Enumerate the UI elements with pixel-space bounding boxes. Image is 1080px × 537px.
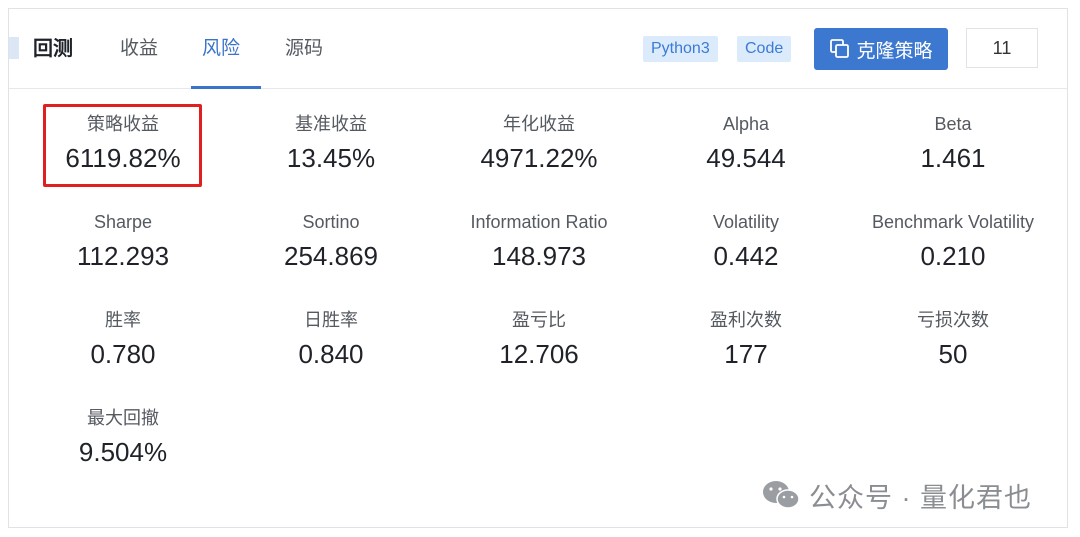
metric-value: 0.840 bbox=[298, 339, 364, 369]
metric-profit-count: 盈利次数 177 bbox=[646, 309, 846, 371]
metric-label: Benchmark Volatility bbox=[871, 212, 1035, 232]
metric-label: Sharpe bbox=[93, 212, 153, 232]
metric-value: 0.780 bbox=[90, 339, 156, 369]
metric-value: 6119.82% bbox=[65, 143, 181, 173]
watermark-text: 公众号 · 量化君也 bbox=[809, 482, 1032, 513]
copy-icon bbox=[830, 39, 850, 58]
metric-value: 49.544 bbox=[706, 143, 786, 173]
metric-strategy-return: 策略收益 6119.82% bbox=[23, 113, 223, 175]
metric-label: 胜率 bbox=[105, 310, 141, 330]
metric-label: 基准收益 bbox=[295, 114, 367, 134]
metric-value: 254.869 bbox=[284, 241, 378, 271]
metric-value: 0.210 bbox=[920, 241, 986, 271]
metric-loss-count: 亏损次数 50 bbox=[853, 309, 1053, 371]
metric-label: 盈利次数 bbox=[710, 310, 782, 330]
metric-sortino: Sortino 254.869 bbox=[231, 211, 431, 273]
collapse-stripe bbox=[9, 37, 19, 59]
metric-profit-loss-ratio: 盈亏比 12.706 bbox=[439, 309, 639, 371]
metric-value: 13.45% bbox=[286, 143, 376, 173]
count-field[interactable]: 11 bbox=[966, 28, 1038, 68]
metric-value: 50 bbox=[938, 339, 968, 369]
metric-daily-win-rate: 日胜率 0.840 bbox=[231, 309, 431, 371]
metric-value: 112.293 bbox=[76, 241, 170, 271]
metric-value: 0.442 bbox=[713, 241, 779, 271]
metric-information-ratio: Information Ratio 148.973 bbox=[439, 211, 639, 273]
metric-value: 9.504% bbox=[78, 437, 168, 467]
metric-win-rate: 胜率 0.780 bbox=[23, 309, 223, 371]
metric-alpha: Alpha 49.544 bbox=[646, 113, 846, 175]
metric-label: Alpha bbox=[722, 114, 770, 134]
active-tab-indicator bbox=[191, 86, 261, 89]
tab-returns[interactable]: 收益 bbox=[120, 37, 158, 61]
metric-annual-return: 年化收益 4971.22% bbox=[439, 113, 639, 175]
clone-strategy-button[interactable]: 克隆策略 bbox=[814, 28, 948, 70]
metric-volatility: Volatility 0.442 bbox=[646, 211, 846, 273]
tab-risk[interactable]: 风险 bbox=[202, 37, 240, 61]
python-tag[interactable]: Python3 bbox=[643, 36, 718, 62]
metric-value: 1.461 bbox=[920, 143, 986, 173]
metric-value: 148.973 bbox=[492, 241, 586, 271]
tab-backtest[interactable]: 回测 bbox=[33, 37, 73, 61]
metric-sharpe: Sharpe 112.293 bbox=[23, 211, 223, 273]
metric-label: 策略收益 bbox=[87, 114, 159, 134]
metric-max-drawdown: 最大回撤 9.504% bbox=[23, 407, 223, 469]
metric-label: 盈亏比 bbox=[512, 310, 566, 330]
metric-label: Sortino bbox=[302, 212, 360, 232]
tab-bar: 回测 收益 风险 源码 Python3 Code 克隆策略 11 bbox=[9, 9, 1067, 89]
metric-label: Volatility bbox=[712, 212, 780, 232]
code-tag[interactable]: Code bbox=[737, 36, 792, 62]
backtest-panel: 回测 收益 风险 源码 Python3 Code 克隆策略 11 策略收益 61… bbox=[8, 8, 1068, 528]
watermark: 公众号 · 量化君也 bbox=[761, 477, 1032, 513]
metric-beta: Beta 1.461 bbox=[853, 113, 1053, 175]
metric-label: 年化收益 bbox=[503, 114, 575, 134]
metric-label: Beta bbox=[934, 114, 972, 134]
wechat-icon bbox=[763, 481, 800, 509]
clone-strategy-label: 克隆策略 bbox=[856, 40, 933, 62]
metric-value: 177 bbox=[724, 339, 768, 369]
tab-source[interactable]: 源码 bbox=[285, 37, 323, 61]
metric-label: Information Ratio bbox=[470, 212, 608, 232]
metric-value: 12.706 bbox=[499, 339, 579, 369]
metric-label: 日胜率 bbox=[304, 310, 358, 330]
metric-benchmark-volatility: Benchmark Volatility 0.210 bbox=[853, 211, 1053, 273]
metric-benchmark-return: 基准收益 13.45% bbox=[231, 113, 431, 175]
metric-label: 最大回撤 bbox=[87, 408, 159, 428]
metric-label: 亏损次数 bbox=[917, 310, 989, 330]
metric-value: 4971.22% bbox=[480, 143, 598, 173]
